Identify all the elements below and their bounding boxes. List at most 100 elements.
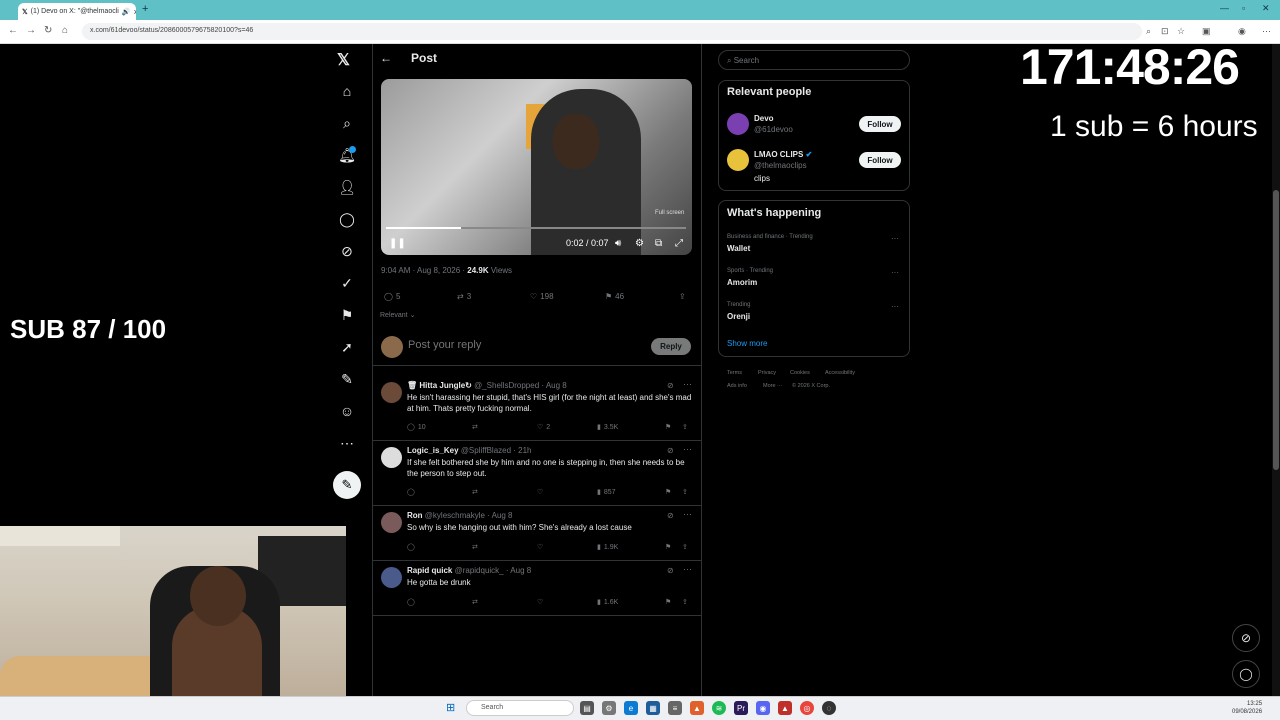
x-logo-icon[interactable]: 𝕏 bbox=[337, 50, 350, 70]
footer-more[interactable]: More ··· bbox=[763, 383, 783, 389]
discord-icon[interactable]: ◉ bbox=[756, 701, 770, 715]
like-stat[interactable]: ♡ 198 bbox=[530, 292, 554, 301]
chrome-icon[interactable]: ◎ bbox=[800, 701, 814, 715]
comment-repost-button[interactable]: ⇄ bbox=[472, 598, 537, 606]
premiere-icon[interactable]: Pr bbox=[734, 701, 748, 715]
obs-app-icon[interactable]: ▲ bbox=[778, 701, 792, 715]
comment-item[interactable]: Rapid quick @rapidquick_ · Aug 8 ⊘ ··· He g… bbox=[373, 561, 701, 616]
new-tab-icon[interactable]: + bbox=[142, 3, 148, 15]
trend-more-icon[interactable]: ··· bbox=[891, 234, 899, 243]
more-options-icon[interactable]: ⋯ bbox=[336, 432, 358, 454]
business-rocket-icon[interactable]: ➚ bbox=[336, 336, 358, 358]
comment-more-icon[interactable]: ··· bbox=[683, 379, 692, 389]
comment-like-button[interactable]: ♡ bbox=[537, 488, 597, 496]
comment-bookmark-icon[interactable]: ⚑ bbox=[665, 423, 682, 431]
install-icon[interactable]: ⊡ bbox=[1161, 26, 1169, 37]
browser-tab[interactable]: 𝕏 (1) Devo on X: "@thelmaocli 🔊 × bbox=[18, 3, 136, 20]
fullscreen-icon[interactable]: ⤢ bbox=[675, 238, 683, 249]
comment-more-icon[interactable]: ··· bbox=[683, 444, 692, 454]
footer-accessibility[interactable]: Accessibility bbox=[825, 370, 855, 376]
comment-share-icon[interactable]: ⇪ bbox=[682, 488, 688, 496]
home-nav-icon[interactable]: ⌂ bbox=[336, 80, 358, 102]
comment-item[interactable]: Ron @kyleschmakyle · Aug 8 ⊘ ··· So why is … bbox=[373, 506, 701, 561]
spotify-icon[interactable]: ≋ bbox=[712, 701, 726, 715]
avatar[interactable] bbox=[727, 149, 749, 171]
settings-gear-icon[interactable]: ⚙ bbox=[635, 238, 644, 249]
notepad-icon[interactable]: ≡ bbox=[668, 701, 682, 715]
edge-icon[interactable]: e bbox=[624, 701, 638, 715]
person-name[interactable]: Devo bbox=[754, 114, 774, 123]
comment-views[interactable]: ▮ 857 bbox=[597, 488, 665, 497]
comment-share-icon[interactable]: ⇪ bbox=[682, 543, 688, 551]
compose-post-icon[interactable]: ✎ bbox=[333, 471, 361, 499]
footer-ads-info[interactable]: Ads info bbox=[727, 383, 747, 389]
tab-close-icon[interactable]: × bbox=[134, 7, 136, 17]
comment-repost-button[interactable]: ⇄ bbox=[472, 423, 537, 431]
pause-icon[interactable]: ❚❚ bbox=[389, 238, 406, 249]
profile-icon[interactable]: ◉ bbox=[1238, 26, 1246, 37]
minimize-icon[interactable]: — bbox=[1220, 3, 1229, 13]
comment-reply-button[interactable]: ◯ bbox=[407, 598, 472, 606]
comment-reply-button[interactable]: ◯ 10 bbox=[407, 423, 472, 432]
home-icon[interactable]: ⌂ bbox=[62, 25, 68, 36]
comment-author[interactable]: Ron bbox=[407, 511, 423, 520]
grok-icon[interactable]: ⊘ bbox=[667, 381, 674, 390]
trend-name[interactable]: Wallet bbox=[727, 244, 750, 253]
follow-button[interactable]: Follow bbox=[859, 116, 901, 132]
comment-like-button[interactable]: ♡ bbox=[537, 598, 597, 606]
avatar[interactable] bbox=[381, 567, 402, 588]
maximize-icon[interactable]: ▫ bbox=[1242, 3, 1245, 13]
url-input[interactable]: x.com/61devoo/status/2086000579675820100… bbox=[82, 23, 1142, 40]
comment-views[interactable]: ▮ 3.5K bbox=[597, 423, 665, 432]
reply-stat[interactable]: ◯ 5 bbox=[384, 292, 400, 301]
avatar[interactable] bbox=[727, 113, 749, 135]
messages-float-icon[interactable]: ◯ bbox=[1232, 660, 1260, 688]
repost-stat[interactable]: ⇄ 3 bbox=[457, 292, 471, 301]
comment-author[interactable]: Logic_is_Key bbox=[407, 446, 459, 455]
reply-button[interactable]: Reply bbox=[651, 338, 691, 355]
bookmark-star-icon[interactable]: ☆ bbox=[1177, 26, 1185, 37]
comment-share-icon[interactable]: ⇪ bbox=[682, 598, 688, 606]
articles-icon[interactable]: ✎ bbox=[336, 368, 358, 390]
trend-name[interactable]: Orenji bbox=[727, 312, 750, 321]
trend-more-icon[interactable]: ··· bbox=[891, 268, 899, 277]
pip-icon[interactable]: ⧉ bbox=[655, 238, 662, 249]
footer-cookies[interactable]: Cookies bbox=[790, 370, 810, 376]
profile-nav-icon[interactable]: ☺ bbox=[336, 400, 358, 422]
explore-search-icon[interactable]: ⌕ bbox=[336, 112, 358, 134]
comment-more-icon[interactable]: ··· bbox=[683, 564, 692, 574]
person-name[interactable]: LMAO CLIPS ✔ bbox=[754, 150, 812, 159]
comment-views[interactable]: ▮ 1.6K bbox=[597, 598, 665, 607]
store-icon[interactable]: ▦ bbox=[646, 701, 660, 715]
bookmarks-icon[interactable]: ⚑ bbox=[336, 304, 358, 326]
grok-icon[interactable]: ⊘ bbox=[667, 566, 674, 575]
comment-bookmark-icon[interactable]: ⚑ bbox=[665, 488, 682, 496]
comment-bookmark-icon[interactable]: ⚑ bbox=[665, 598, 682, 606]
grok-icon[interactable]: ⊘ bbox=[667, 446, 674, 455]
comment-views[interactable]: ▮ 1.9K bbox=[597, 543, 665, 552]
follow-button[interactable]: Follow bbox=[859, 152, 901, 168]
comment-repost-button[interactable]: ⇄ bbox=[472, 543, 537, 551]
follow-people-icon[interactable]: 👤︎ bbox=[336, 176, 358, 198]
obs-icon[interactable]: ◌ bbox=[822, 701, 836, 715]
trend-name[interactable]: Amorim bbox=[727, 278, 757, 287]
tab-audio-icon[interactable]: 🔊 bbox=[122, 8, 131, 16]
zoom-icon[interactable]: ⌕ bbox=[1146, 26, 1151, 37]
footer-privacy[interactable]: Privacy bbox=[758, 370, 776, 376]
verified-icon[interactable]: ✓ bbox=[336, 272, 358, 294]
comment-share-icon[interactable]: ⇪ bbox=[682, 423, 688, 431]
back-arrow-icon[interactable]: ← bbox=[380, 51, 392, 65]
volume-icon[interactable]: 🔊︎ bbox=[615, 238, 621, 249]
avatar[interactable] bbox=[381, 447, 402, 468]
comment-reply-button[interactable]: ◯ bbox=[407, 543, 472, 551]
search-input[interactable]: ⌕ Search bbox=[718, 50, 910, 70]
reload-icon[interactable]: ↻ bbox=[44, 25, 52, 36]
back-icon[interactable]: ← bbox=[8, 25, 18, 36]
footer-terms[interactable]: Terms bbox=[727, 370, 742, 376]
bookmark-stat[interactable]: ⚑ 46 bbox=[605, 292, 624, 301]
comment-like-button[interactable]: ♡ 2 bbox=[537, 423, 597, 432]
avatar[interactable] bbox=[381, 512, 402, 533]
messages-icon[interactable]: ◯ bbox=[336, 208, 358, 230]
extensions-icon[interactable]: ▣ bbox=[1202, 26, 1211, 37]
comment-like-button[interactable]: ♡ bbox=[537, 543, 597, 551]
